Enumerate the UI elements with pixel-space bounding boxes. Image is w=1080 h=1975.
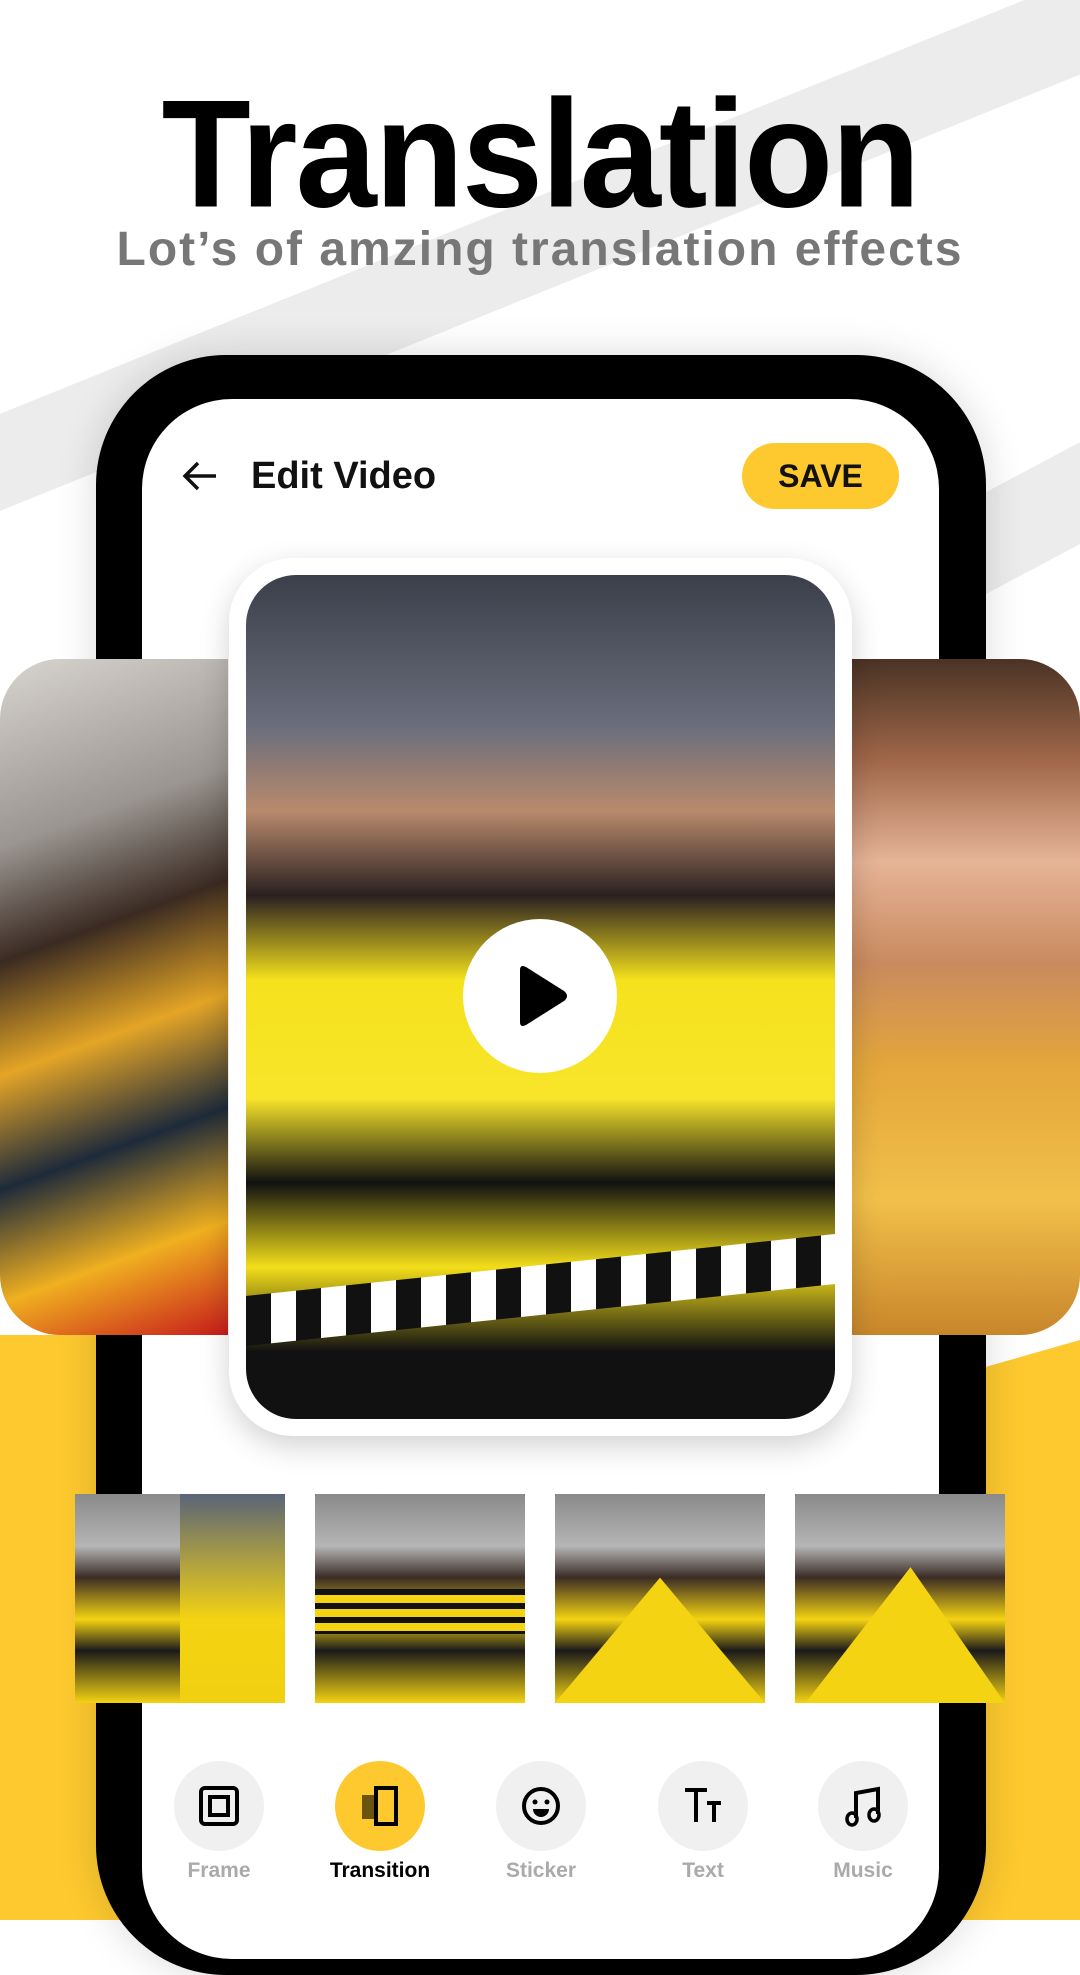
promo-subtitle: Lot’s of amzing translation effects [116,223,964,276]
split-overlay [180,1494,285,1703]
tool-label: Transition [329,1859,431,1882]
tool-frame[interactable]: Frame [174,1761,264,1882]
music-note-icon [845,1786,881,1827]
transition-thumbnail-stripes[interactable] [315,1494,525,1703]
transition-thumbnail-triangle[interactable] [795,1494,1005,1703]
save-button[interactable]: SAVE [742,443,899,509]
smiley-icon [522,1787,560,1825]
previous-clip-image[interactable] [0,659,228,1335]
frame-icon [199,1786,239,1826]
play-icon [520,966,567,1026]
promo-title: Translation [161,67,921,240]
diagonal-overlay [555,1577,765,1703]
play-button[interactable] [463,919,617,1073]
next-clip-image[interactable] [852,659,1080,1335]
arrow-left-icon[interactable] [180,456,220,496]
transition-thumbnail-diagonal[interactable] [555,1494,765,1703]
tool-label: Frame [187,1859,251,1882]
tool-label: Sticker [505,1859,577,1882]
transition-thumbnail-split-vertical[interactable] [75,1494,285,1703]
transition-icon [362,1786,398,1826]
triangle-overlay [805,1567,1005,1703]
tool-text[interactable]: Text [658,1761,748,1882]
page-title: Edit Video [251,455,437,497]
tool-label: Text [682,1859,724,1882]
checker-pattern [246,1234,835,1346]
tool-transition[interactable]: Transition [330,1761,430,1882]
stripes-overlay [315,1589,525,1634]
tool-music[interactable]: Music [818,1761,908,1882]
tool-sticker[interactable]: Sticker [496,1761,586,1882]
text-size-icon [685,1788,721,1822]
tool-label: Music [833,1859,893,1882]
